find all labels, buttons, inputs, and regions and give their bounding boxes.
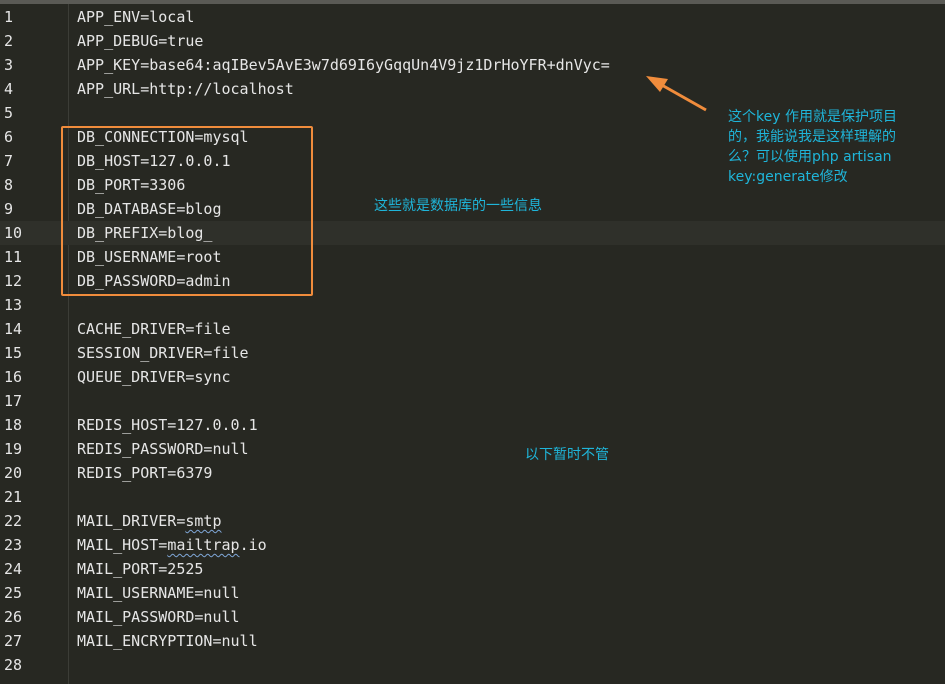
line-number: 11: [4, 248, 23, 266]
db-annotation: 这些就是数据库的一些信息: [374, 198, 542, 214]
line-number: 1: [4, 8, 14, 26]
annotation-line: 这个key 作用就是保护项目: [728, 109, 897, 125]
line-text: SESSION_DRIVER=file: [77, 344, 249, 362]
line-text: APP_ENV=local: [77, 8, 195, 26]
line-number: 6: [4, 128, 14, 146]
line-text: MAIL_PORT=2525: [77, 560, 204, 578]
line-text: MAIL_DRIVER=smtp: [77, 509, 222, 533]
line-number: 7: [4, 152, 14, 170]
line-number: 2: [4, 32, 14, 50]
line-text: QUEUE_DRIVER=sync: [77, 368, 231, 386]
line-number: 26: [4, 608, 23, 626]
spellcheck-underlined-word[interactable]: smtp: [185, 512, 221, 530]
app-key-annotation: 这个key 作用就是保护项目 的，我能说我是这样理解的 么？可以使用php ar…: [728, 107, 940, 187]
line-number: 25: [4, 584, 23, 602]
line-number: 21: [4, 488, 23, 506]
code-line[interactable]: 21: [0, 485, 945, 509]
line-text: REDIS_PORT=6379: [77, 464, 213, 482]
spellcheck-underlined-word[interactable]: mailtrap: [167, 536, 239, 554]
ignore-annotation: 以下暂时不管: [525, 447, 609, 463]
line-number: 14: [4, 320, 23, 338]
line-text: APP_URL=http://localhost: [77, 80, 294, 98]
line-number: 8: [4, 176, 14, 194]
code-line[interactable]: 22 MAIL_DRIVER=smtp: [0, 509, 945, 533]
line-number: 20: [4, 464, 23, 482]
line-number: 27: [4, 632, 23, 650]
line-text: MAIL_USERNAME=null: [77, 584, 240, 602]
code-line[interactable]: 26 MAIL_PASSWORD=null: [0, 605, 945, 629]
line-number: 17: [4, 392, 23, 410]
code-line[interactable]: 24 MAIL_PORT=2525: [0, 557, 945, 581]
line-number: 15: [4, 344, 23, 362]
annotation-line: key:generate修改: [728, 169, 848, 185]
line-text: MAIL_ENCRYPTION=null: [77, 632, 258, 650]
db-config-highlight-box: [61, 126, 313, 296]
line-text: APP_DEBUG=true: [77, 32, 204, 50]
code-line[interactable]: 28: [0, 653, 945, 677]
line-number: 5: [4, 104, 14, 122]
line-number: 12: [4, 272, 23, 290]
code-line[interactable]: 4 APP_URL=http://localhost: [0, 77, 945, 101]
code-line[interactable]: 2 APP_DEBUG=true: [0, 29, 945, 53]
line-number: 10: [4, 224, 23, 242]
annotation-line: 么？可以使用php artisan: [728, 149, 892, 165]
code-line[interactable]: 13: [0, 293, 945, 317]
code-line[interactable]: 27 MAIL_ENCRYPTION=null: [0, 629, 945, 653]
code-line[interactable]: 19 REDIS_PASSWORD=null: [0, 437, 945, 461]
window-top-bar: [0, 0, 945, 4]
code-line[interactable]: 18 REDIS_HOST=127.0.0.1: [0, 413, 945, 437]
line-number: 22: [4, 512, 23, 530]
line-text: APP_KEY=base64:aqIBev5AvE3w7d69I6yGqqUn4…: [77, 56, 610, 74]
annotation-line: 的，我能说我是这样理解的: [728, 129, 896, 145]
code-line[interactable]: 15 SESSION_DRIVER=file: [0, 341, 945, 365]
code-line[interactable]: 1 APP_ENV=local: [0, 5, 945, 29]
code-line[interactable]: 20 REDIS_PORT=6379: [0, 461, 945, 485]
line-number: 13: [4, 296, 23, 314]
line-number: 16: [4, 368, 23, 386]
line-text: CACHE_DRIVER=file: [77, 320, 231, 338]
code-line[interactable]: 23 MAIL_HOST=mailtrap.io: [0, 533, 945, 557]
line-text-prefix: MAIL_HOST=: [77, 536, 168, 554]
line-text: MAIL_HOST=mailtrap.io: [77, 533, 267, 557]
line-number: 24: [4, 560, 23, 578]
line-number: 4: [4, 80, 14, 98]
line-number: 3: [4, 56, 14, 74]
line-text-prefix: MAIL_DRIVER=: [77, 512, 186, 530]
code-line[interactable]: 17: [0, 389, 945, 413]
line-number: 28: [4, 656, 23, 674]
line-number: 18: [4, 416, 23, 434]
line-number: 9: [4, 200, 14, 218]
line-text: MAIL_PASSWORD=null: [77, 608, 240, 626]
line-number: 23: [4, 536, 23, 554]
code-line[interactable]: 3 APP_KEY=base64:aqIBev5AvE3w7d69I6yGqqUn…: [0, 53, 945, 77]
line-text: REDIS_PASSWORD=null: [77, 440, 249, 458]
line-number: 19: [4, 440, 23, 458]
line-text-suffix: .io: [239, 536, 267, 554]
code-line[interactable]: 25 MAIL_USERNAME=null: [0, 581, 945, 605]
code-line[interactable]: 14 CACHE_DRIVER=file: [0, 317, 945, 341]
code-line[interactable]: 16 QUEUE_DRIVER=sync: [0, 365, 945, 389]
line-text: REDIS_HOST=127.0.0.1: [77, 416, 258, 434]
